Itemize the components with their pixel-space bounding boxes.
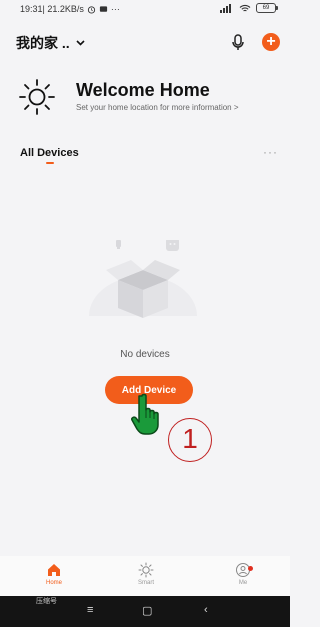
pointing-hand-icon xyxy=(131,393,159,435)
status-more: ··· xyxy=(110,4,120,14)
status-bar: 19:31| 21.2KB/s ··· 69 xyxy=(0,0,290,20)
sun-icon xyxy=(19,79,55,115)
battery-icon: 69 xyxy=(256,3,278,13)
nav-smart-label: Smart xyxy=(137,580,154,586)
nav-home[interactable]: Home xyxy=(34,562,74,586)
welcome-subtitle: Set your home location for more informat… xyxy=(76,103,239,112)
chevron-down-icon xyxy=(76,40,85,46)
back-icon[interactable]: ‹ xyxy=(204,604,208,616)
home-icon xyxy=(48,564,60,576)
step-number-annotation: 1 xyxy=(168,418,212,462)
devices-tab-bar: All Devices ··· xyxy=(0,143,290,169)
nav-me[interactable]: Me xyxy=(223,562,263,586)
add-icon[interactable]: + xyxy=(262,33,280,51)
message-icon xyxy=(99,5,107,12)
more-options-icon[interactable]: ··· xyxy=(263,145,278,159)
sun-icon xyxy=(138,562,154,578)
status-left: 19:31| 21.2KB/s ··· xyxy=(20,4,120,14)
alarm-icon xyxy=(87,5,95,14)
system-nav-bar: 压缩号 ≡ ▢ ‹ xyxy=(0,596,290,627)
nav-smart[interactable]: Smart xyxy=(126,562,166,586)
status-time: 19:31| 21.2KB/s xyxy=(20,4,84,14)
tab-indicator xyxy=(46,162,54,164)
tab-all-devices[interactable]: All Devices xyxy=(20,147,79,159)
empty-box-illustration xyxy=(88,240,198,340)
nav-home-label: Home xyxy=(45,580,62,586)
home-name: 我的家 .. xyxy=(16,35,70,51)
menu-icon[interactable]: ≡ xyxy=(87,604,93,616)
bottom-nav: Home Smart Me xyxy=(0,556,290,596)
empty-state-text: No devices xyxy=(120,349,170,360)
header: 我的家 .. + xyxy=(0,30,290,56)
microphone-icon[interactable] xyxy=(230,33,246,53)
app-screen: 19:31| 21.2KB/s ··· 69 我的家 .. + Welcome … xyxy=(0,0,290,627)
notification-dot xyxy=(248,566,253,571)
welcome-banner[interactable]: Welcome Home Set your home location for … xyxy=(18,78,278,118)
status-right: 69 xyxy=(220,3,278,13)
system-label: 压缩号 xyxy=(36,598,57,605)
home-square-icon[interactable]: ▢ xyxy=(142,604,152,617)
wifi-icon xyxy=(239,4,251,11)
home-selector[interactable]: 我的家 .. xyxy=(16,33,85,53)
welcome-title: Welcome Home xyxy=(76,80,210,100)
nav-me-label: Me xyxy=(238,580,248,586)
signal-icon xyxy=(220,3,231,13)
